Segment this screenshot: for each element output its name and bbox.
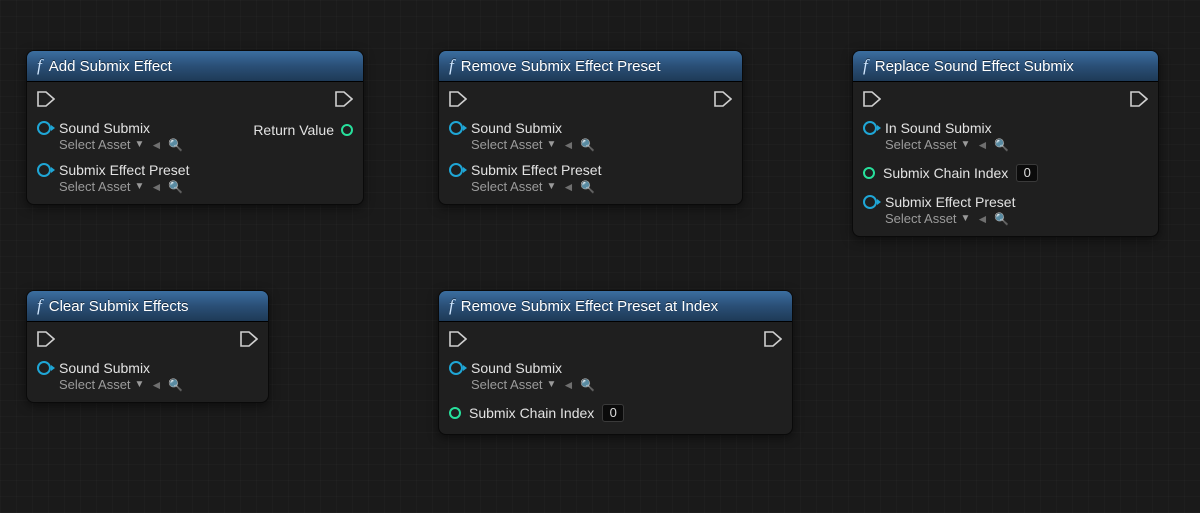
pin-label: Return Value bbox=[253, 122, 334, 138]
chevron-down-icon: ▼ bbox=[547, 181, 557, 192]
use-selected-icon[interactable]: ◄ bbox=[562, 138, 574, 152]
chevron-down-icon: ▼ bbox=[961, 139, 971, 150]
node-title: Clear Submix Effects bbox=[49, 298, 189, 315]
pin-label: Submix Chain Index bbox=[469, 405, 594, 421]
chevron-down-icon: ▼ bbox=[547, 379, 557, 390]
node-title: Add Submix Effect bbox=[49, 58, 172, 75]
pin-label: Sound Submix bbox=[471, 360, 562, 376]
exec-in-pin[interactable] bbox=[863, 91, 881, 107]
node-body: Sound Submix Select Asset ▼ ◄ 🔍 Return V… bbox=[27, 82, 363, 204]
asset-picker[interactable]: Select Asset ▼ bbox=[59, 179, 144, 194]
node-body: Sound Submix Select Asset ▼ ◄ 🔍 bbox=[27, 322, 268, 402]
use-selected-icon[interactable]: ◄ bbox=[976, 138, 988, 152]
browse-icon[interactable]: 🔍 bbox=[168, 138, 183, 152]
node-header[interactable]: f Remove Submix Effect Preset at Index bbox=[439, 291, 792, 322]
node-body: Sound Submix Select Asset ▼ ◄ 🔍 Submix C… bbox=[439, 322, 792, 434]
function-icon: f bbox=[863, 56, 868, 76]
object-pin[interactable] bbox=[37, 163, 51, 177]
use-selected-icon[interactable]: ◄ bbox=[976, 212, 988, 226]
asset-picker[interactable]: Select Asset ▼ bbox=[471, 179, 556, 194]
node-replace-sound-effect-submix[interactable]: f Replace Sound Effect Submix In bbox=[852, 50, 1159, 237]
pin-label: Sound Submix bbox=[471, 120, 562, 136]
asset-picker[interactable]: Select Asset ▼ bbox=[885, 211, 970, 226]
object-pin[interactable] bbox=[863, 121, 877, 135]
use-selected-icon[interactable]: ◄ bbox=[150, 378, 162, 392]
chevron-down-icon: ▼ bbox=[961, 213, 971, 224]
object-pin[interactable] bbox=[37, 361, 51, 375]
pin-label: Submix Effect Preset bbox=[59, 162, 189, 178]
browse-icon[interactable]: 🔍 bbox=[168, 378, 183, 392]
exec-out-pin[interactable] bbox=[1130, 91, 1148, 107]
browse-icon[interactable]: 🔍 bbox=[168, 180, 183, 194]
object-pin[interactable] bbox=[449, 121, 463, 135]
exec-in-pin[interactable] bbox=[449, 331, 467, 347]
exec-out-pin[interactable] bbox=[714, 91, 732, 107]
node-add-submix-effect[interactable]: f Add Submix Effect Sound Submix bbox=[26, 50, 364, 205]
exec-out-pin[interactable] bbox=[240, 331, 258, 347]
use-selected-icon[interactable]: ◄ bbox=[562, 378, 574, 392]
int-pin[interactable] bbox=[449, 407, 461, 419]
node-header[interactable]: f Replace Sound Effect Submix bbox=[853, 51, 1158, 82]
browse-icon[interactable]: 🔍 bbox=[580, 138, 595, 152]
pin-label: Submix Chain Index bbox=[883, 165, 1008, 181]
browse-icon[interactable]: 🔍 bbox=[994, 138, 1009, 152]
chevron-down-icon: ▼ bbox=[135, 139, 145, 150]
node-header[interactable]: f Clear Submix Effects bbox=[27, 291, 268, 322]
chevron-down-icon: ▼ bbox=[135, 379, 145, 390]
asset-picker[interactable]: Select Asset ▼ bbox=[471, 377, 556, 392]
int-input[interactable]: 0 bbox=[602, 404, 624, 422]
browse-icon[interactable]: 🔍 bbox=[994, 212, 1009, 226]
int-input[interactable]: 0 bbox=[1016, 164, 1038, 182]
exec-in-pin[interactable] bbox=[449, 91, 467, 107]
node-title: Remove Submix Effect Preset bbox=[461, 58, 661, 75]
pin-label: Sound Submix bbox=[59, 120, 150, 136]
pin-label: Submix Effect Preset bbox=[885, 194, 1015, 210]
object-pin[interactable] bbox=[37, 121, 51, 135]
exec-out-pin[interactable] bbox=[764, 331, 782, 347]
asset-picker[interactable]: Select Asset ▼ bbox=[471, 137, 556, 152]
pin-label: Submix Effect Preset bbox=[471, 162, 601, 178]
pin-label: In Sound Submix bbox=[885, 120, 992, 136]
browse-icon[interactable]: 🔍 bbox=[580, 378, 595, 392]
function-icon: f bbox=[449, 296, 454, 316]
node-body: In Sound Submix Select Asset ▼ ◄ 🔍 Submi… bbox=[853, 82, 1158, 236]
function-icon: f bbox=[449, 56, 454, 76]
node-remove-submix-effect-preset-at-index[interactable]: f Remove Submix Effect Preset at Index bbox=[438, 290, 793, 435]
object-pin[interactable] bbox=[449, 361, 463, 375]
function-icon: f bbox=[37, 56, 42, 76]
chevron-down-icon: ▼ bbox=[547, 139, 557, 150]
chevron-down-icon: ▼ bbox=[135, 181, 145, 192]
function-icon: f bbox=[37, 296, 42, 316]
exec-out-pin[interactable] bbox=[335, 91, 353, 107]
node-title: Remove Submix Effect Preset at Index bbox=[461, 298, 718, 315]
object-pin[interactable] bbox=[449, 163, 463, 177]
int-pin[interactable] bbox=[863, 167, 875, 179]
use-selected-icon[interactable]: ◄ bbox=[150, 138, 162, 152]
use-selected-icon[interactable]: ◄ bbox=[562, 180, 574, 194]
int-pin-out[interactable] bbox=[341, 124, 353, 136]
node-header[interactable]: f Remove Submix Effect Preset bbox=[439, 51, 742, 82]
asset-picker[interactable]: Select Asset ▼ bbox=[59, 137, 144, 152]
exec-in-pin[interactable] bbox=[37, 331, 55, 347]
browse-icon[interactable]: 🔍 bbox=[580, 180, 595, 194]
asset-picker[interactable]: Select Asset ▼ bbox=[885, 137, 970, 152]
node-header[interactable]: f Add Submix Effect bbox=[27, 51, 363, 82]
object-pin[interactable] bbox=[863, 195, 877, 209]
pin-label: Sound Submix bbox=[59, 360, 150, 376]
node-body: Sound Submix Select Asset ▼ ◄ 🔍 bbox=[439, 82, 742, 204]
node-clear-submix-effects[interactable]: f Clear Submix Effects Sound Sub bbox=[26, 290, 269, 403]
node-remove-submix-effect-preset[interactable]: f Remove Submix Effect Preset So bbox=[438, 50, 743, 205]
exec-in-pin[interactable] bbox=[37, 91, 55, 107]
node-title: Replace Sound Effect Submix bbox=[875, 58, 1074, 75]
use-selected-icon[interactable]: ◄ bbox=[150, 180, 162, 194]
asset-picker[interactable]: Select Asset ▼ bbox=[59, 377, 144, 392]
